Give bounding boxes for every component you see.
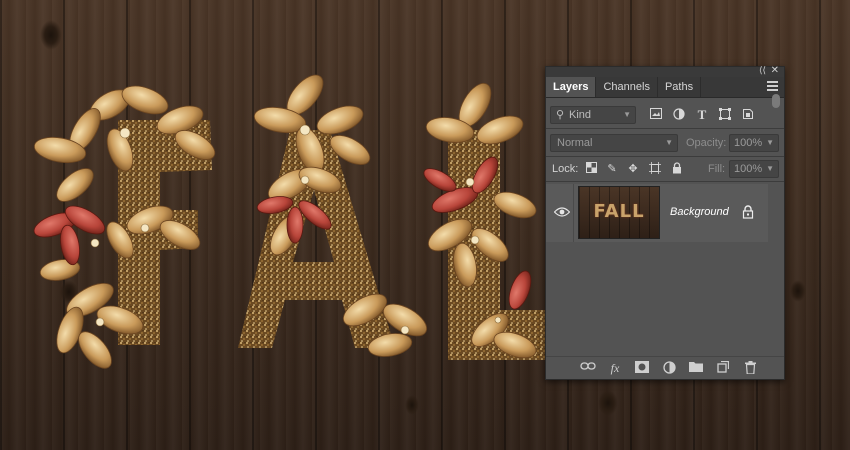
adjustment-layer-icon[interactable] (661, 361, 677, 375)
double-chevron-icon[interactable]: ⟨⟨ (759, 65, 766, 76)
lock-icon[interactable] (742, 205, 754, 219)
opacity-field[interactable]: 100% ▼ (729, 134, 779, 152)
adjustment-layer-filter-icon[interactable] (672, 108, 686, 122)
new-layer-icon[interactable] (715, 360, 731, 375)
thumbnail-text: FALL (593, 201, 645, 222)
fill-field[interactable]: 100% ▼ (729, 160, 779, 178)
lock-image-pixels-icon[interactable]: ✎ (605, 162, 619, 176)
blend-mode-select[interactable]: Normal ▼ (550, 134, 678, 152)
tab-paths[interactable]: Paths (658, 77, 702, 97)
tab-layers[interactable]: Layers (546, 77, 597, 97)
eye-visibility-icon[interactable] (554, 206, 570, 218)
layers-scrollbar[interactable] (771, 184, 780, 359)
layer-style-fx-icon[interactable]: fx (607, 361, 623, 375)
divider (546, 128, 784, 129)
divider (573, 184, 574, 242)
smart-object-filter-icon[interactable] (741, 108, 755, 122)
layer-row-background[interactable]: FALL Background (546, 184, 768, 242)
layer-name[interactable]: Background (670, 206, 729, 218)
panel-tabs: Layers Channels Paths (546, 77, 784, 98)
tab-channels[interactable]: Channels (596, 77, 658, 97)
opacity-label: Opacity: (686, 137, 727, 149)
panel-title-bar[interactable]: ⟨⟨ ✕ (546, 65, 784, 77)
chevron-down-icon: ▼ (665, 138, 673, 147)
lock-all-icon[interactable] (670, 162, 684, 176)
hamburger-menu-icon[interactable] (767, 81, 778, 93)
lock-artboard-icon[interactable] (648, 162, 662, 176)
fill-value: 100% (734, 163, 763, 175)
link-layers-icon[interactable] (580, 361, 596, 375)
fill-label: Fill: (708, 163, 726, 175)
divider (546, 156, 784, 157)
shape-layer-filter-icon[interactable] (718, 108, 732, 122)
panel-footer: fx (546, 356, 784, 379)
layer-thumbnail[interactable]: FALL (578, 186, 660, 239)
lock-position-icon[interactable]: ✥ (626, 162, 640, 176)
add-mask-icon[interactable] (634, 361, 650, 375)
divider (546, 181, 784, 182)
pixel-layer-filter-icon[interactable] (649, 108, 663, 122)
lock-label: Lock: (552, 163, 579, 175)
opacity-value: 100% (734, 137, 763, 149)
search-icon: ⚲ (556, 109, 565, 121)
blend-mode-value: Normal (557, 137, 593, 149)
close-icon[interactable]: ✕ (771, 65, 779, 76)
kind-filter-select[interactable]: ⚲ Kind ▼ (550, 106, 636, 124)
delete-icon[interactable] (742, 361, 758, 375)
new-group-icon[interactable] (688, 361, 704, 375)
type-layer-filter-icon[interactable]: T (695, 108, 709, 122)
layers-panel: ⟨⟨ ✕ Layers Channels Paths ⚲ Kind ▼ T No… (545, 65, 785, 380)
filter-toggle[interactable] (772, 94, 780, 108)
lock-transparent-pixels-icon[interactable] (584, 162, 598, 176)
chevron-down-icon: ▼ (766, 164, 774, 173)
chevron-down-icon: ▼ (623, 110, 631, 119)
kind-filter-label: Kind (569, 109, 592, 121)
chevron-down-icon: ▼ (766, 138, 774, 147)
